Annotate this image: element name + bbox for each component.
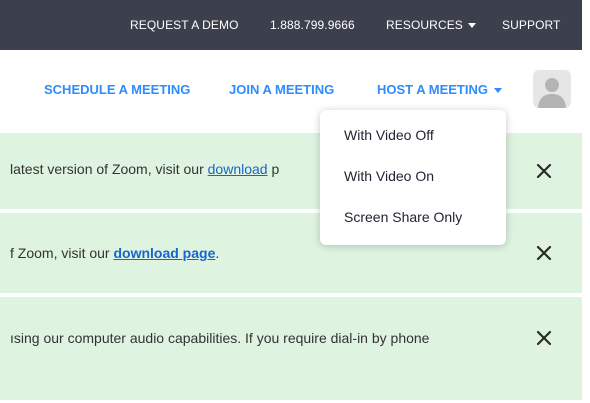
banner-text-tail: p [267,161,280,177]
support-link[interactable]: SUPPORT [502,0,561,50]
close-banner-button[interactable] [533,242,555,264]
menu-item-video-off[interactable]: With Video Off [344,127,434,143]
banner-text: f Zoom, visit our [10,245,114,261]
close-icon [536,330,552,346]
host-meeting-menu[interactable]: HOST A MEETING [377,82,502,97]
close-icon [536,245,552,261]
close-banner-button[interactable] [533,160,555,182]
top-utility-bar: REQUEST A DEMO 1.888.799.9666 RESOURCES … [0,0,582,50]
avatar[interactable] [533,70,571,108]
join-meeting-link[interactable]: JOIN A MEETING [229,82,334,97]
caret-down-icon [493,88,502,94]
avatar-icon [538,78,566,108]
notification-banner: ısing our computer audio capabilities. I… [0,297,582,400]
host-meeting-dropdown: With Video Off With Video On Screen Shar… [320,110,506,245]
banner-text-tail: . [215,245,220,261]
close-banner-button[interactable] [533,327,555,349]
banner-message: ısing our computer audio capabilities. I… [10,330,430,346]
download-link[interactable]: download [208,161,268,177]
host-meeting-label: HOST A MEETING [377,82,488,97]
menu-item-screen-share-only[interactable]: Screen Share Only [344,209,462,225]
phone-number[interactable]: 1.888.799.9666 [270,0,355,50]
menu-item-video-on[interactable]: With Video On [344,168,434,184]
resources-label: RESOURCES [386,18,463,32]
request-demo-link[interactable]: REQUEST A DEMO [130,0,239,50]
download-page-link[interactable]: download page [113,245,215,261]
resources-menu[interactable]: RESOURCES [386,0,476,50]
close-icon [536,163,552,179]
caret-down-icon [467,23,476,29]
banner-message: f Zoom, visit our download page. [10,245,219,261]
schedule-meeting-link[interactable]: SCHEDULE A MEETING [44,82,190,97]
banner-text: latest version of Zoom, visit our [10,161,208,177]
banner-message: latest version of Zoom, visit our downlo… [10,161,279,177]
